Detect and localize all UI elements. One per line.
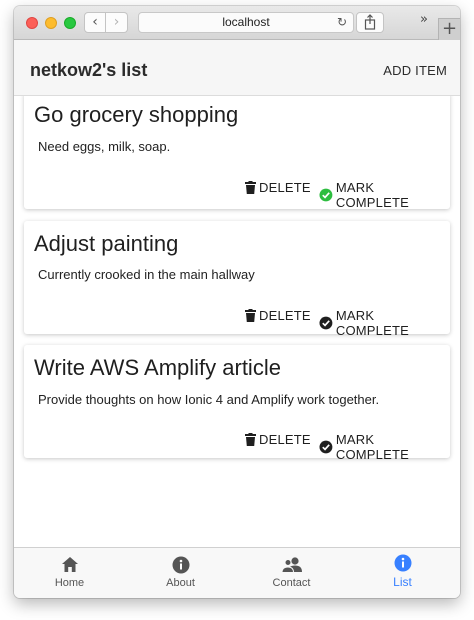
checkmark-circle-icon [319, 440, 333, 454]
todo-title: Adjust painting [34, 231, 179, 256]
tab-contact-label: Contact [272, 577, 311, 589]
home-icon [61, 557, 78, 572]
tab-list-label: List [393, 575, 412, 589]
new-tab-button[interactable]: + [438, 18, 460, 40]
todo-description: Currently crooked in the main hallway [38, 267, 255, 282]
close-window-button[interactable] [26, 17, 38, 29]
page-title: netkow2's list [30, 60, 148, 80]
url-text: localhost [222, 15, 270, 29]
trash-icon [245, 433, 256, 446]
todo-card: Go grocery shopping Need eggs, milk, soa… [24, 96, 450, 210]
contacts-icon [280, 557, 302, 573]
delete-button[interactable]: DELETE [245, 308, 311, 323]
checkmark-circle-icon [319, 188, 333, 202]
delete-label: DELETE [259, 432, 311, 447]
tab-list[interactable]: List [347, 548, 458, 598]
share-button[interactable] [356, 12, 384, 33]
mark-complete-label: MARK COMPLETE [335, 308, 409, 338]
mark-complete-button[interactable]: MARK COMPLETE [319, 432, 450, 462]
delete-button[interactable]: DELETE [245, 180, 311, 195]
todo-description: Need eggs, milk, soap. [38, 139, 171, 154]
tab-about-label: About [166, 577, 195, 589]
share-icon [364, 14, 376, 30]
chevron-left-icon: ‹ [92, 14, 98, 30]
tab-home[interactable]: Home [14, 548, 125, 598]
mark-complete-button[interactable]: MARK COMPLETE [319, 180, 450, 210]
add-item-button[interactable]: ADD ITEM [383, 63, 447, 78]
zoom-window-button[interactable] [64, 17, 76, 29]
reload-icon[interactable]: ↻ [337, 13, 347, 32]
todo-description: Provide thoughts on how Ionic 4 and Ampl… [38, 392, 380, 407]
tab-contact[interactable]: Contact [236, 548, 347, 598]
delete-label: DELETE [259, 308, 311, 323]
minimize-window-button[interactable] [45, 17, 57, 29]
browser-window: ‹ › localhost ↻ » + netkow2's list ADD I… [14, 6, 460, 598]
mark-complete-button[interactable]: MARK COMPLETE [319, 308, 450, 338]
back-button[interactable]: ‹ [84, 12, 106, 33]
browser-toolbar: ‹ › localhost ↻ » + [14, 6, 460, 40]
info-icon [172, 556, 189, 574]
tab-home-label: Home [54, 577, 85, 589]
todo-title: Write AWS Amplify article [34, 355, 281, 380]
mark-complete-label: MARK COMPLETE [335, 180, 409, 210]
todo-card: Adjust painting Currently crooked in the… [24, 221, 450, 338]
mark-complete-label: MARK COMPLETE [335, 432, 409, 462]
checkmark-circle-icon [319, 316, 333, 330]
todo-list[interactable]: Go grocery shopping Need eggs, milk, soa… [14, 96, 460, 547]
app-header: netkow2's list ADD ITEM [14, 40, 460, 96]
chevron-right-icon: › [113, 14, 120, 30]
address-bar[interactable]: localhost ↻ [138, 12, 354, 33]
todo-title: Go grocery shopping [34, 102, 239, 127]
todo-card: Write AWS Amplify article Provide though… [24, 345, 450, 462]
trash-icon [245, 309, 256, 322]
delete-button[interactable]: DELETE [245, 432, 311, 447]
trash-icon [245, 181, 256, 194]
plus-icon: + [441, 18, 458, 39]
tab-about[interactable]: About [125, 548, 236, 598]
info-icon [394, 554, 411, 572]
double-chevron-right-icon[interactable]: » [420, 12, 428, 27]
forward-button[interactable]: › [106, 12, 128, 33]
tab-bar: Home About Contact List [14, 547, 460, 598]
delete-label: DELETE [259, 180, 311, 195]
